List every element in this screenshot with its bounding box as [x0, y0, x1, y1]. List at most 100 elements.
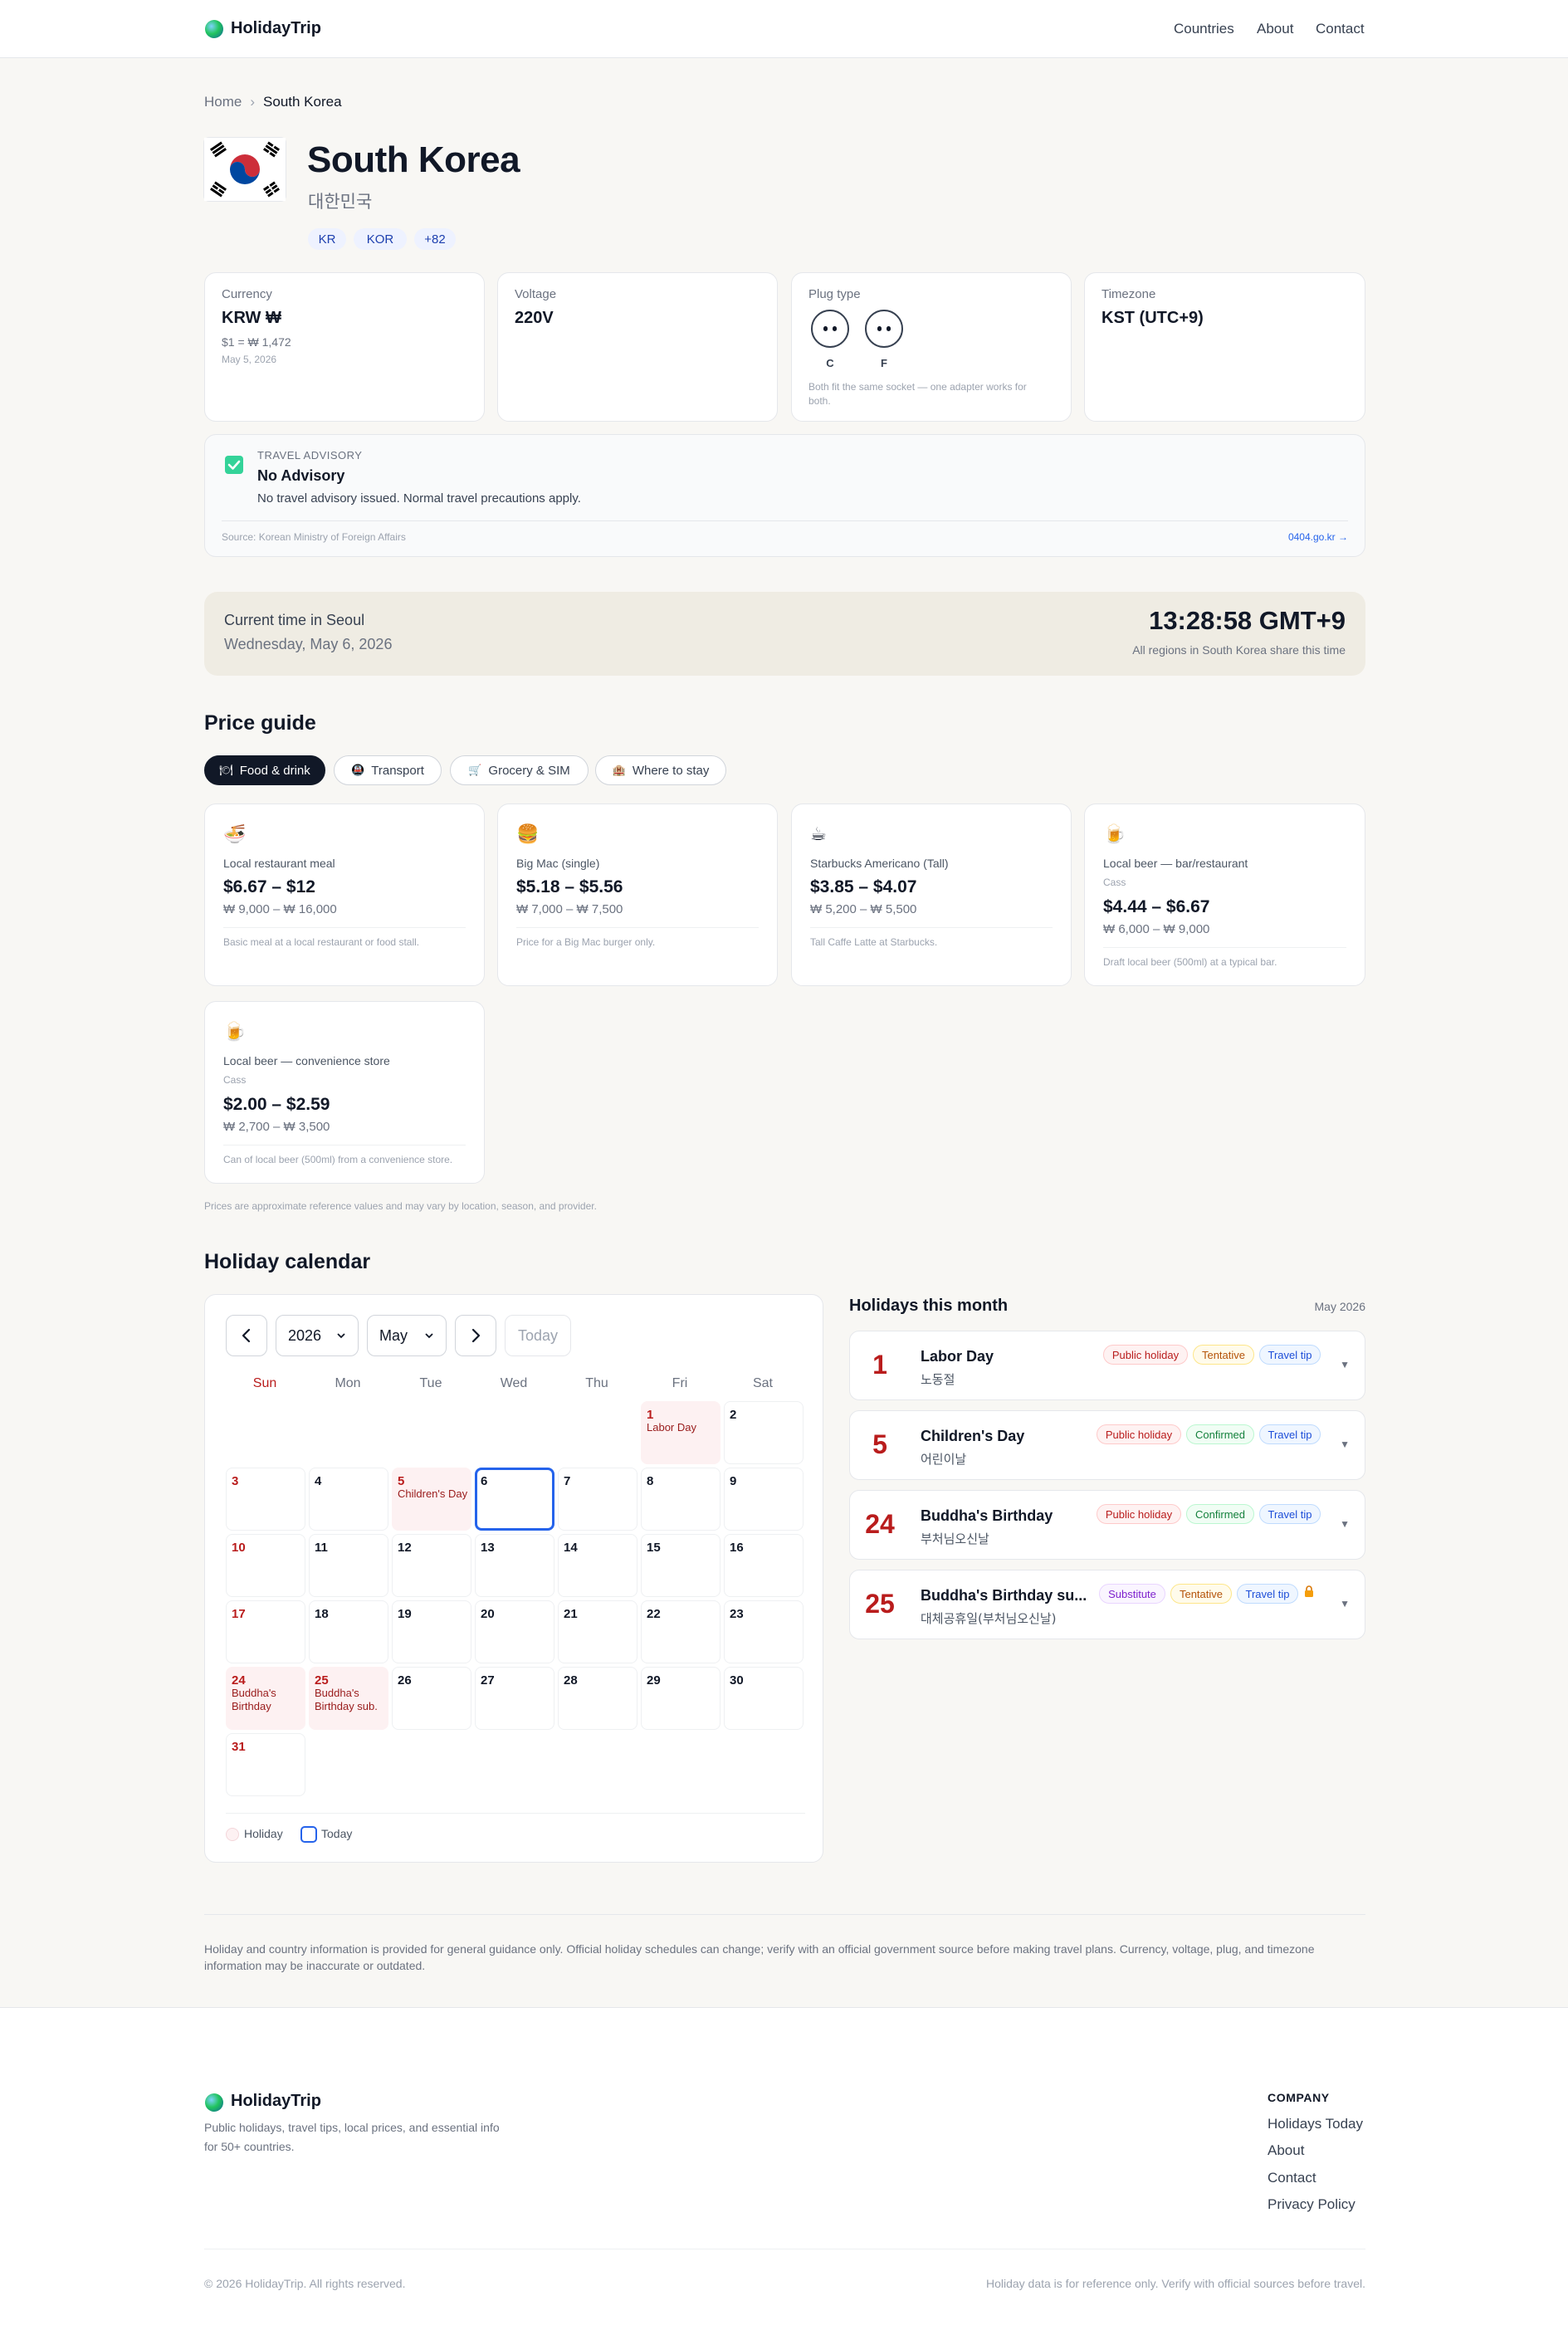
calendar-day[interactable]: 26 [392, 1667, 471, 1730]
price-disclaimer: Prices are approximate reference values … [204, 1200, 597, 1212]
globe-logo-icon[interactable] [205, 20, 223, 38]
calendar-holiday-name: Children's Day [398, 1487, 468, 1500]
calendar-day[interactable]: 13 [475, 1534, 554, 1597]
section-divider [204, 1914, 1365, 1915]
price-item-brand: Cass [223, 1074, 247, 1086]
breadcrumb-home[interactable]: Home [204, 94, 242, 110]
breadcrumb-current: South Korea [263, 94, 342, 110]
footer-link-contact[interactable]: Contact [1268, 2170, 1316, 2186]
calendar-day[interactable]: 22 [641, 1600, 720, 1663]
calendar-day[interactable]: 19 [392, 1600, 471, 1663]
metro-icon: 🚇 [351, 764, 365, 777]
nav-contact[interactable]: Contact [1316, 21, 1365, 37]
prev-month-button[interactable] [226, 1315, 267, 1356]
noodle-bowl-icon: 🍜 [223, 824, 247, 845]
tab-food-drink-label: Food & drink [239, 763, 310, 778]
calendar-day[interactable]: 10 [226, 1534, 305, 1597]
breadcrumb: Home › South Korea [204, 94, 342, 110]
calendar-day-holiday[interactable]: 5 Children's Day [392, 1468, 471, 1531]
holiday-local-name: 대체공휴일(부처님오신날) [921, 1611, 1057, 1626]
calendar-day[interactable]: 18 [309, 1600, 388, 1663]
holiday-name: Children's Day [921, 1428, 1025, 1444]
brand-name[interactable]: HolidayTrip [231, 19, 321, 38]
price-item-name: Local restaurant meal [223, 857, 335, 870]
expand-chevron-icon[interactable]: ▼ [1340, 1598, 1350, 1609]
calendar-day[interactable]: 12 [392, 1534, 471, 1597]
info-disclaimer: Holiday and country information is provi… [204, 1942, 1315, 1972]
calendar-day-number: 17 [232, 1607, 246, 1621]
calendar-day[interactable]: 4 [309, 1468, 388, 1531]
holiday-name: Labor Day [921, 1348, 994, 1365]
year-select-value: 2026 [288, 1326, 322, 1344]
calendar-day-number: 23 [730, 1607, 744, 1621]
calendar-day[interactable]: 23 [724, 1600, 804, 1663]
nav-countries[interactable]: Countries [1174, 21, 1234, 37]
calendar-day-holiday[interactable]: 25 Buddha's Birthday sub. [309, 1667, 388, 1730]
expand-chevron-icon[interactable]: ▼ [1340, 1438, 1350, 1450]
price-item-name: Starbucks Americano (Tall) [810, 857, 949, 870]
calendar-day-holiday[interactable]: 1 Labor Day [641, 1401, 720, 1464]
advisory-source-link[interactable]: 0404.go.kr → [1288, 531, 1348, 543]
holiday-list-item[interactable]: 25 Buddha's Birthday su... 대체공휴일(부처님오신날)… [849, 1570, 1365, 1639]
price-guide-heading: Price guide [204, 711, 316, 735]
nav-about[interactable]: About [1257, 21, 1293, 37]
travel-tip-badge[interactable]: Travel tip [1259, 1424, 1321, 1444]
calendar-holiday-name: Buddha's Birthday [232, 1687, 276, 1712]
calendar-day[interactable]: 21 [558, 1600, 637, 1663]
calendar-day[interactable]: 14 [558, 1534, 637, 1597]
travel-tip-badge[interactable]: Travel tip [1259, 1345, 1321, 1365]
timezone-card: Timezone KST (UTC+9) [1084, 272, 1365, 422]
calendar-day[interactable]: 29 [641, 1667, 720, 1730]
footer-brand-name[interactable]: HolidayTrip [231, 2092, 321, 2111]
iso2-code-pill: KR [308, 228, 346, 250]
chevron-left-icon [242, 1328, 251, 1343]
expand-chevron-icon[interactable]: ▼ [1340, 1359, 1350, 1370]
calendar-day[interactable]: 20 [475, 1600, 554, 1663]
footer-link-about[interactable]: About [1268, 2142, 1304, 2159]
check-icon [225, 456, 243, 474]
calendar-day[interactable]: 2 [724, 1401, 804, 1464]
expand-chevron-icon[interactable]: ▼ [1340, 1518, 1350, 1530]
today-button[interactable]: Today [505, 1315, 571, 1356]
tab-transport[interactable]: 🚇 Transport [334, 755, 442, 785]
calendar-day[interactable]: 31 [226, 1733, 305, 1796]
tab-where-to-stay[interactable]: 🏨 Where to stay [595, 755, 726, 785]
price-note: Tall Caffe Latte at Starbucks. [810, 936, 938, 948]
calendar-day[interactable]: 8 [641, 1468, 720, 1531]
calendar-day-today[interactable]: 6 [475, 1468, 554, 1531]
footer-link-privacy-policy[interactable]: Privacy Policy [1268, 2196, 1356, 2213]
holiday-list-item[interactable]: 24 Buddha's Birthday 부처님오신날 Public holid… [849, 1490, 1365, 1560]
calendar-day-number: 5 [398, 1474, 405, 1488]
calendar-day-number: 18 [315, 1607, 329, 1621]
calendar-day[interactable]: 3 [226, 1468, 305, 1531]
calendar-day[interactable]: 28 [558, 1667, 637, 1730]
advisory-kicker: TRAVEL ADVISORY [257, 449, 363, 462]
calendar-day[interactable]: 27 [475, 1667, 554, 1730]
calendar-day-holiday[interactable]: 24 Buddha's Birthday [226, 1667, 305, 1730]
calendar-day[interactable]: 9 [724, 1468, 804, 1531]
travel-tip-badge[interactable]: Travel tip [1259, 1504, 1321, 1524]
calendar-day[interactable]: 16 [724, 1534, 804, 1597]
chevron-right-icon [471, 1328, 481, 1343]
calendar-day[interactable]: 11 [309, 1534, 388, 1597]
tab-food-drink[interactable]: 🍽 Food & drink [204, 755, 325, 785]
holiday-list-item[interactable]: 1 Labor Day 노동절 Public holiday Tentative… [849, 1331, 1365, 1400]
today-legend-swatch [300, 1826, 317, 1843]
month-select[interactable]: May [367, 1315, 447, 1356]
calendar-day[interactable]: 15 [641, 1534, 720, 1597]
tab-grocery-sim[interactable]: 🛒 Grocery & SIM [450, 755, 589, 785]
calendar-day[interactable]: 7 [558, 1468, 637, 1531]
globe-logo-icon[interactable] [205, 2093, 223, 2112]
calendar-day-number: 19 [398, 1607, 412, 1621]
holiday-list-item[interactable]: 5 Children's Day 어린이날 Public holiday Con… [849, 1410, 1365, 1480]
calendar-day-number: 11 [315, 1541, 328, 1555]
next-month-button[interactable] [455, 1315, 496, 1356]
currency-card: Currency KRW ₩ $1 = ₩ 1,472 May 5, 2026 [204, 272, 485, 422]
year-select[interactable]: 2026 [276, 1315, 359, 1356]
footer-link-holidays-today[interactable]: Holidays Today [1268, 2116, 1363, 2132]
calendar-day-number: 21 [564, 1607, 578, 1621]
holiday-type-badge: Public holiday [1097, 1424, 1181, 1444]
calendar-day[interactable]: 30 [724, 1667, 804, 1730]
calendar-day[interactable]: 17 [226, 1600, 305, 1663]
travel-tip-badge[interactable]: Travel tip [1237, 1584, 1298, 1604]
